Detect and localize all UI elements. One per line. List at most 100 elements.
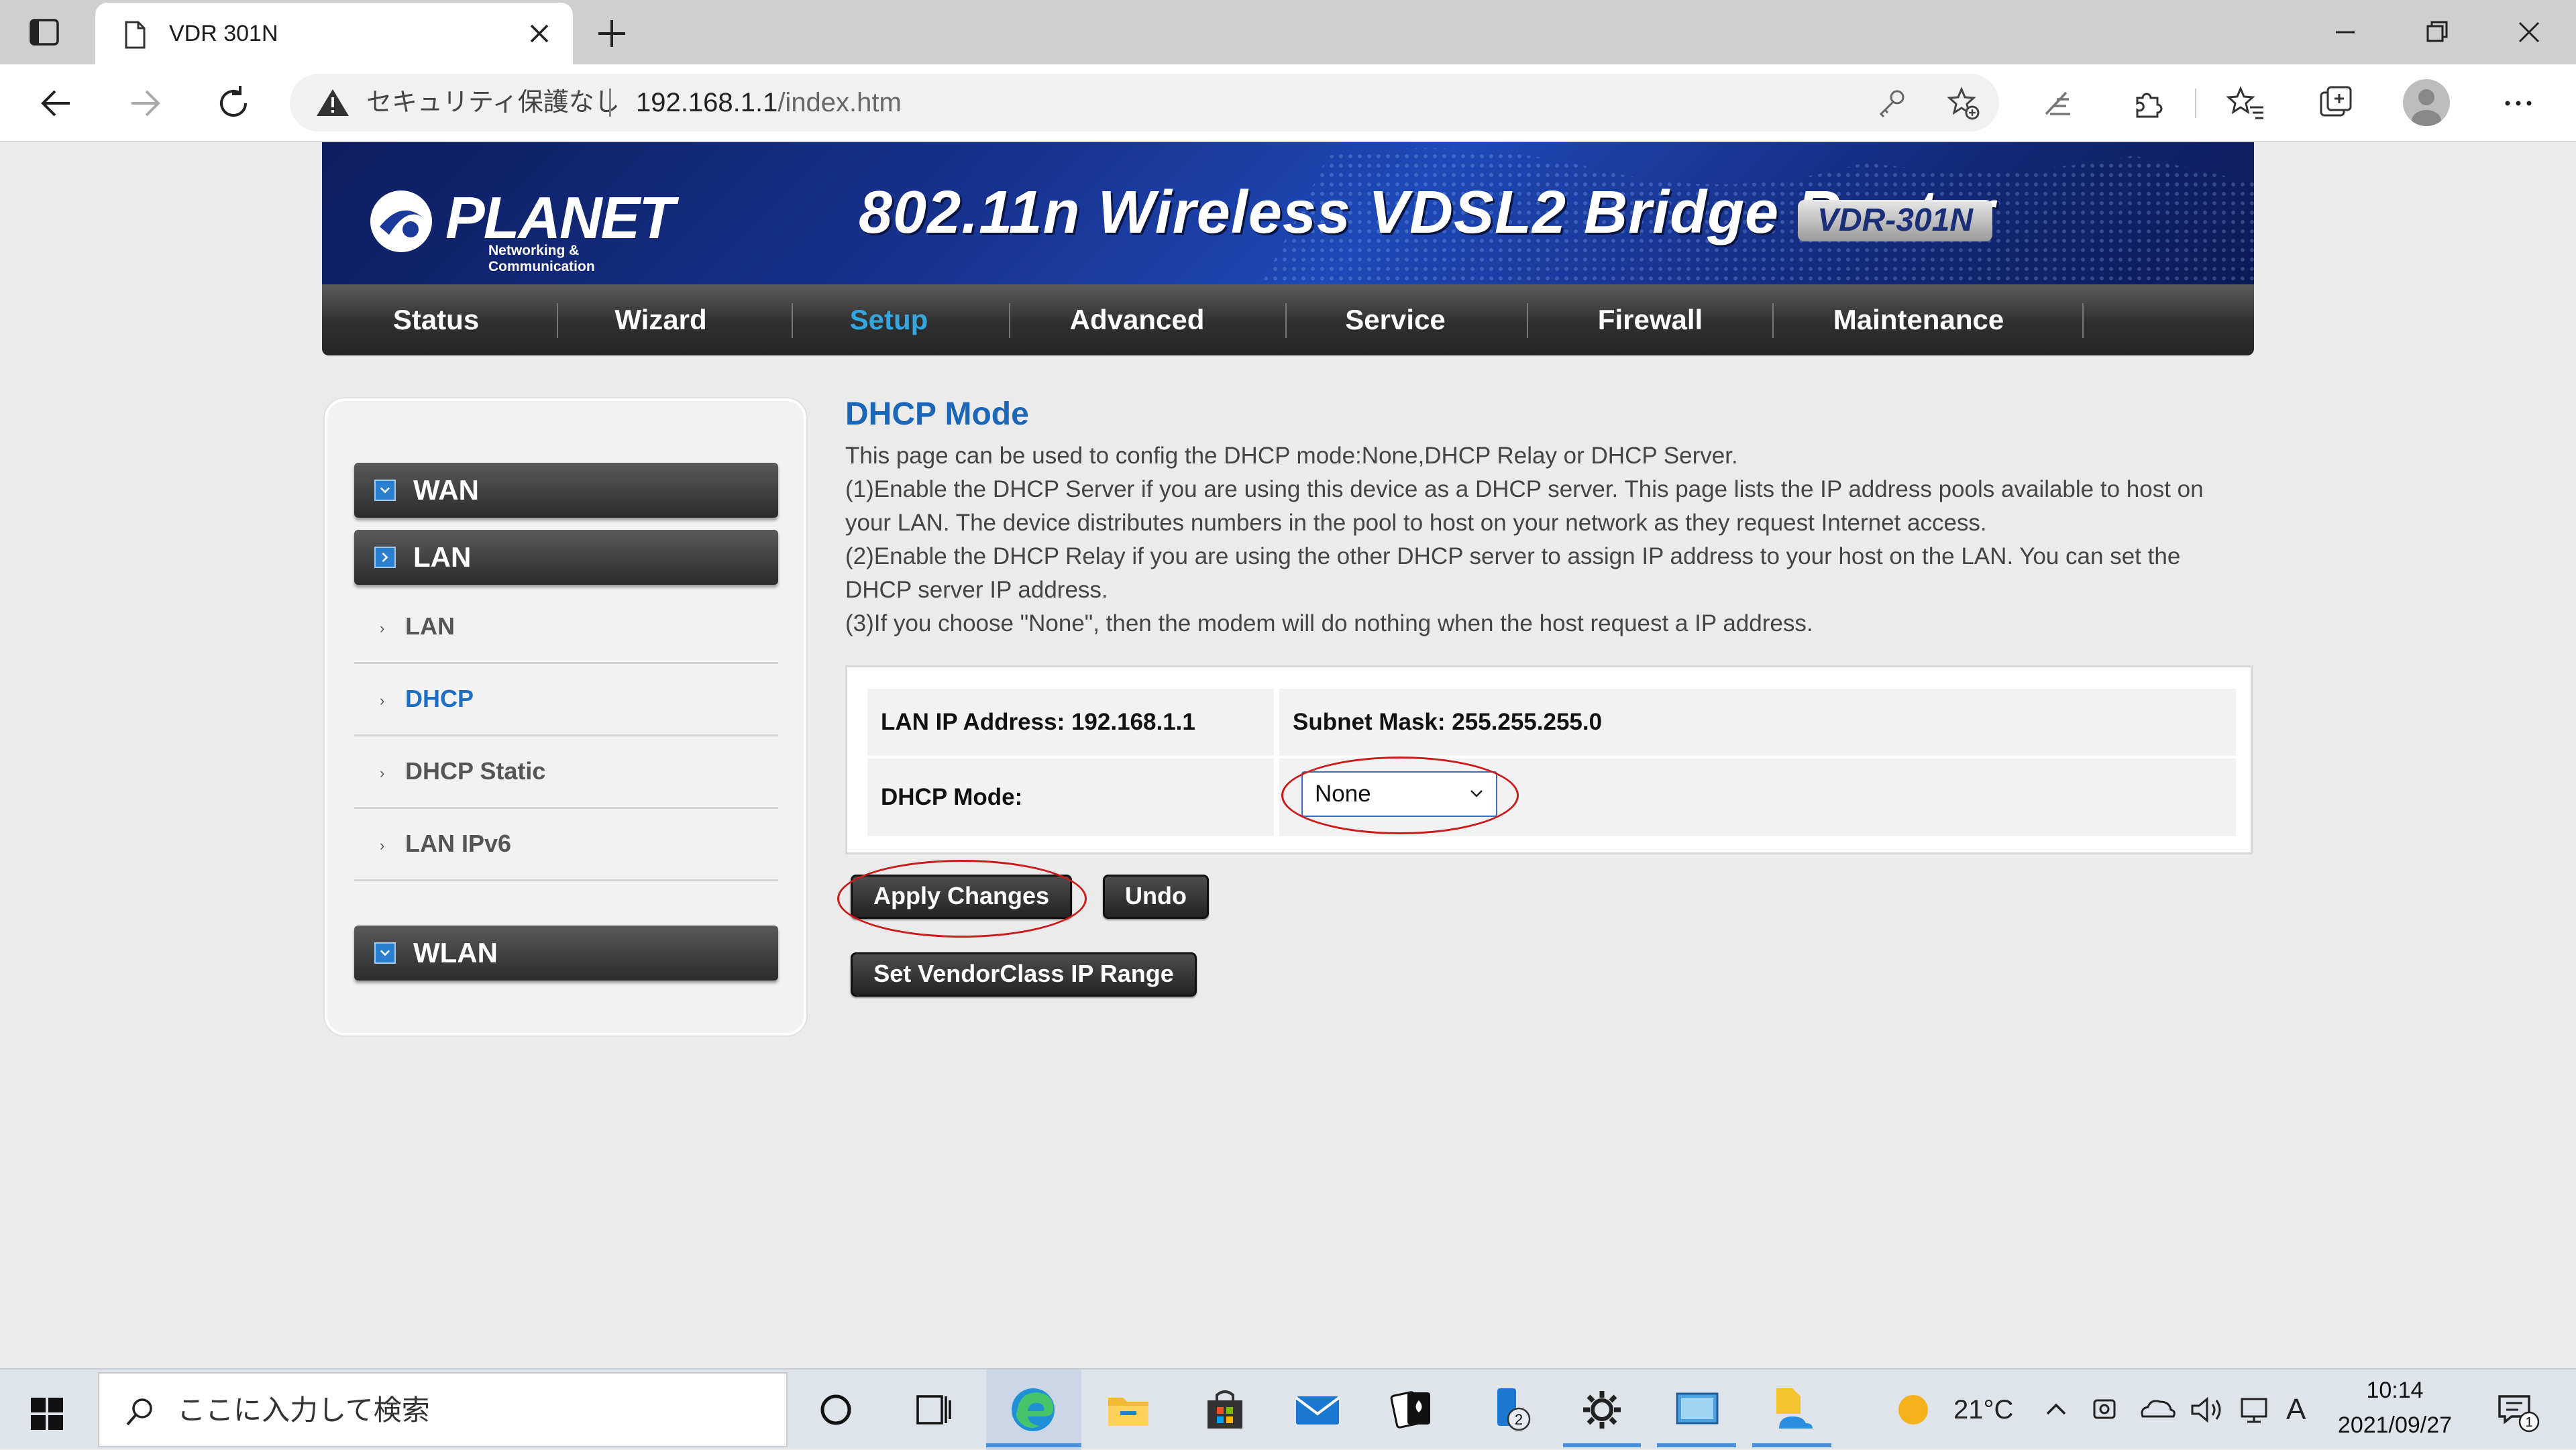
browser-tab[interactable]: VDR 301N [95, 3, 573, 64]
weather-sun-icon[interactable] [1885, 1382, 1941, 1438]
chevron-down-icon [374, 942, 396, 964]
url-divider [609, 89, 611, 117]
nav-setup[interactable]: Setup [832, 284, 946, 355]
lan-ip-cell: LAN IP Address: 192.168.1.1 [867, 689, 1274, 756]
key-icon[interactable] [1874, 86, 1909, 121]
description-line: This page can be used to config the DHCP… [845, 443, 1738, 469]
clock-time[interactable]: 10:14 [2334, 1378, 2455, 1404]
running-indicator [1657, 1443, 1736, 1447]
notification-icon[interactable]: 1 [2485, 1382, 2552, 1438]
planet-logo[interactable]: PLANET Networking & Communication [366, 181, 675, 274]
edge-browser-icon[interactable] [1005, 1382, 1061, 1438]
sidebar-section-label: WLAN [413, 937, 498, 968]
description-line: DHCP server IP address. [845, 577, 1108, 603]
sidebar-item-label: LAN IPv6 [405, 830, 512, 857]
extensions-icon[interactable] [2128, 83, 2168, 123]
chevron-down-icon [374, 480, 396, 501]
taskbar-search-box[interactable]: ここに入力して検索 [98, 1372, 788, 1447]
profile-icon [2412, 89, 2441, 126]
taskbar: ここに入力して検索 2 21°C A 10:14 2021/09/27 1 [0, 1368, 2576, 1450]
address-bar[interactable]: セキュリティ保護なし 192.168.1.1/index.htm [290, 74, 1999, 131]
microsoft-store-icon[interactable] [1197, 1382, 1253, 1438]
chevron-up-icon[interactable] [2033, 1382, 2080, 1438]
search-placeholder: ここに入力して検索 [177, 1394, 430, 1426]
solitaire-icon[interactable] [1385, 1382, 1441, 1438]
refresh-icon[interactable] [211, 80, 256, 126]
running-indicator [1752, 1443, 1831, 1447]
settings-gear-icon[interactable] [1574, 1382, 1630, 1438]
warning-icon[interactable] [315, 87, 350, 118]
cortana-icon[interactable] [808, 1382, 864, 1438]
undo-button[interactable]: Undo [1103, 875, 1209, 919]
sidebar-item-lan[interactable]: › LAN [354, 592, 778, 664]
photos-app-icon[interactable] [1763, 1382, 1819, 1438]
forward-icon[interactable] [122, 80, 168, 126]
nav-wizard[interactable]: Wizard [610, 284, 711, 355]
meet-now-icon[interactable] [2082, 1382, 2129, 1438]
sidebar: WAN LAN › LAN › DHCP › DHCP Static › LAN… [325, 398, 806, 1036]
security-label[interactable]: セキュリティ保護なし [366, 74, 620, 131]
collections-icon[interactable] [2316, 83, 2356, 123]
restore-icon[interactable] [2416, 12, 2457, 52]
bullet-icon: › [380, 692, 385, 709]
onedrive-icon[interactable] [2133, 1382, 2180, 1438]
clock-date[interactable]: 2021/09/27 [2328, 1412, 2462, 1439]
tab-actions-icon[interactable] [27, 15, 62, 50]
bullet-icon: › [380, 765, 385, 781]
task-view-icon[interactable] [904, 1382, 961, 1438]
active-app-indicator [986, 1443, 1081, 1447]
phone-app-icon[interactable]: 2 [1488, 1382, 1544, 1438]
url-text[interactable]: 192.168.1.1/index.htm [636, 74, 902, 131]
profile-avatar[interactable] [2403, 79, 2450, 126]
close-tab-icon[interactable] [523, 17, 555, 50]
sidebar-item-label: DHCP [405, 685, 474, 712]
windows-start-icon[interactable] [28, 1395, 66, 1433]
add-favorite-icon[interactable] [1945, 86, 1980, 121]
more-menu-icon[interactable] [2498, 83, 2538, 123]
favorites-icon[interactable] [2226, 83, 2266, 123]
nav-separator [1772, 303, 1774, 338]
remote-desktop-icon[interactable] [1669, 1382, 1725, 1438]
subnet-mask-cell: Subnet Mask: 255.255.255.0 [1279, 689, 2236, 756]
sidebar-section-wan[interactable]: WAN [354, 463, 778, 518]
read-aloud-icon[interactable] [2038, 83, 2078, 123]
weather-temperature[interactable]: 21°C [1953, 1370, 2013, 1450]
sidebar-section-label: LAN [413, 541, 472, 573]
nav-separator [1009, 303, 1010, 338]
search-icon [126, 1398, 152, 1426]
model-badge: VDR-301N [1798, 200, 1992, 241]
network-icon[interactable] [2234, 1382, 2281, 1438]
nav-maintenance[interactable]: Maintenance [1818, 284, 2019, 355]
nav-separator [2082, 303, 2084, 338]
sidebar-section-lan[interactable]: LAN [354, 530, 778, 585]
volume-icon[interactable] [2184, 1382, 2231, 1438]
sidebar-item-lan-ipv6[interactable]: › LAN IPv6 [354, 809, 778, 881]
file-explorer-icon[interactable] [1100, 1382, 1157, 1438]
sidebar-item-dhcp[interactable]: › DHCP [354, 664, 778, 736]
minimize-icon[interactable] [2325, 12, 2365, 52]
nav-separator [557, 303, 558, 338]
new-tab-icon[interactable] [593, 15, 631, 52]
nav-firewall[interactable]: Firewall [1583, 284, 1717, 355]
description-line: your LAN. The device distributes numbers… [845, 510, 1987, 536]
browser-toolbar: セキュリティ保護なし 192.168.1.1/index.htm [0, 64, 2576, 142]
set-vendorclass-button[interactable]: Set VendorClass IP Range [851, 952, 1197, 997]
bullet-icon: › [380, 620, 385, 636]
browser-tab-bar: VDR 301N [0, 0, 2576, 64]
nav-status[interactable]: Status [369, 284, 503, 355]
sidebar-section-wlan[interactable]: WLAN [354, 926, 778, 981]
nav-advanced[interactable]: Advanced [1067, 284, 1208, 355]
description-line: (3)If you choose "None", then the modem … [845, 610, 1813, 636]
nav-separator [1527, 303, 1528, 338]
ime-indicator[interactable]: A [2286, 1370, 2306, 1450]
sidebar-item-dhcp-static[interactable]: › DHCP Static [354, 736, 778, 809]
page-title: DHCP Mode [845, 396, 1029, 432]
running-indicator [1563, 1443, 1641, 1447]
sidebar-item-label: LAN [405, 612, 455, 640]
back-icon[interactable] [34, 80, 79, 126]
nav-service[interactable]: Service [1335, 284, 1456, 355]
close-window-icon[interactable] [2509, 12, 2549, 52]
mail-icon[interactable] [1289, 1382, 1346, 1438]
dhcp-mode-label: DHCP Mode: [867, 759, 1274, 836]
tab-title: VDR 301N [169, 21, 278, 46]
